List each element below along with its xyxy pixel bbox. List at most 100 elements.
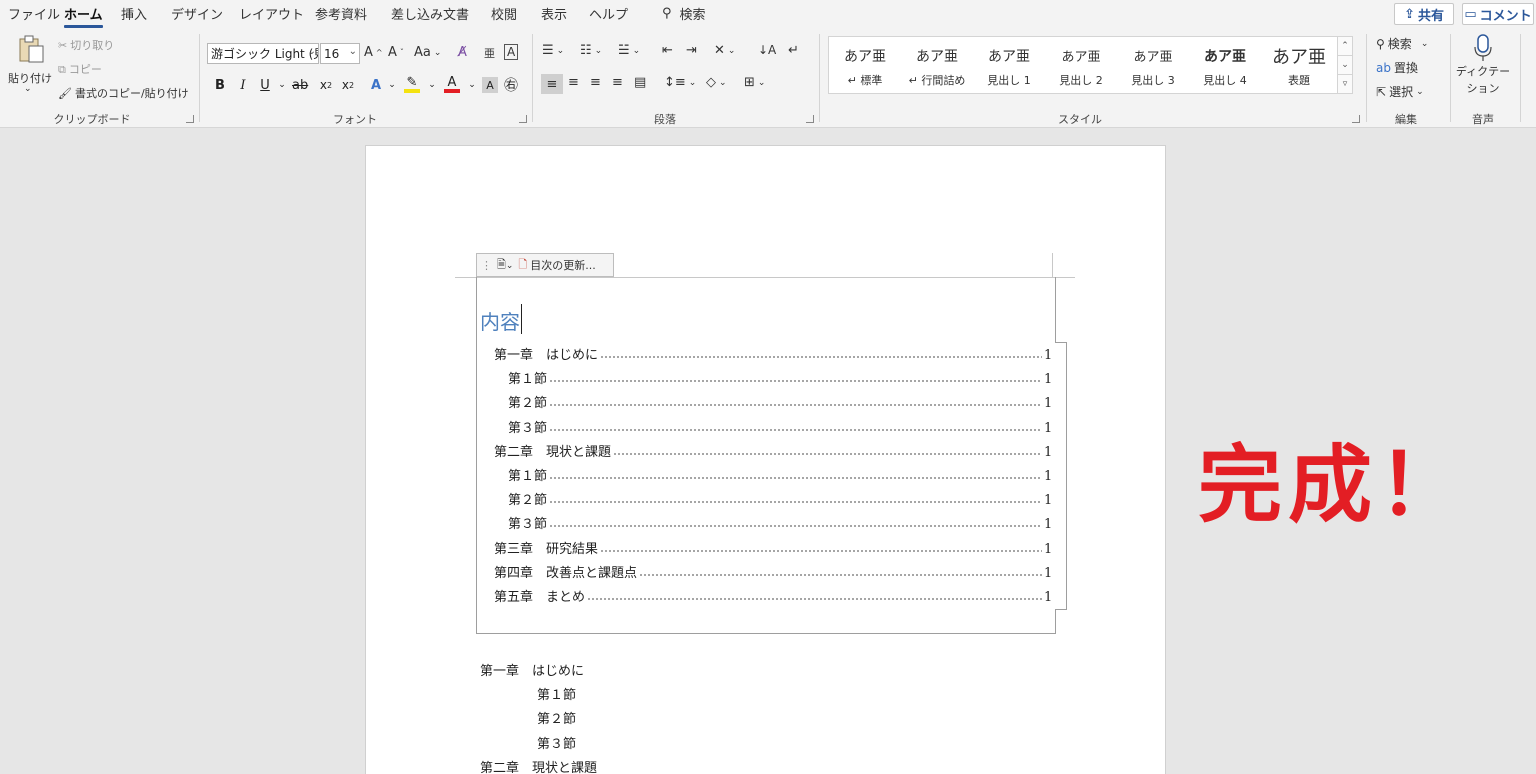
scroll-down-icon[interactable]: ⌄ xyxy=(1338,56,1352,75)
clipboard-launcher-icon[interactable] xyxy=(186,115,194,123)
toc-entry[interactable]: 第２節 1 xyxy=(508,488,1052,508)
toc-entry[interactable]: 第三章 研究結果 1 xyxy=(494,537,1052,557)
cut-button[interactable]: ✂ 切り取り xyxy=(58,37,114,53)
more-styles-icon[interactable]: ▿ xyxy=(1338,75,1352,94)
line-spacing-icon[interactable]: ↕≡ ⌄ xyxy=(664,75,696,90)
character-shading-icon[interactable]: A xyxy=(482,77,498,93)
comment-button[interactable]: ▭ コメント xyxy=(1462,3,1534,25)
tab-view[interactable]: 表示 xyxy=(541,4,567,23)
justify-button[interactable]: ≡ xyxy=(612,75,623,90)
styles-gallery-scroll[interactable]: ⌃ ⌄ ▿ xyxy=(1338,36,1353,94)
paste-dropdown-icon[interactable]: ⌄ xyxy=(24,84,32,94)
toc-dot-leader xyxy=(639,572,1042,577)
chevron-down-icon[interactable]: ⌄ xyxy=(464,75,480,95)
toc-entry[interactable]: 第二章 現状と課題 1 xyxy=(494,440,1052,460)
bullets-icon[interactable]: ☰ ⌄ xyxy=(542,43,564,58)
toc-entry[interactable]: 第３節 1 xyxy=(508,416,1052,436)
styles-launcher-icon[interactable] xyxy=(1352,115,1360,123)
copy-button[interactable]: ⧉ コピー xyxy=(58,61,102,77)
toc-entry[interactable]: 第３節 1 xyxy=(508,512,1052,532)
character-border-icon[interactable]: A xyxy=(504,44,519,60)
chevron-down-icon[interactable]: ⌄ xyxy=(424,75,440,95)
font-size-select[interactable]: 16 ⌄ xyxy=(320,43,360,64)
style-normal[interactable]: あア亜 ↵ 標準 xyxy=(829,37,901,93)
chevron-down-icon[interactable]: ⌄ xyxy=(384,75,400,95)
shrink-font-button[interactable]: Aˇ xyxy=(388,45,404,60)
strikethrough-button[interactable]: ab xyxy=(292,75,308,95)
tab-help[interactable]: ヘルプ xyxy=(589,4,628,23)
clear-formatting-icon[interactable]: A̸ xyxy=(458,45,467,60)
scroll-up-icon[interactable]: ⌃ xyxy=(1338,37,1352,56)
tab-home[interactable]: ホーム xyxy=(64,4,103,28)
style-heading-4[interactable]: あア亜 見出し 4 xyxy=(1189,37,1261,93)
align-right-button[interactable]: ≡ xyxy=(590,75,601,90)
body-chapter-heading[interactable]: 第一章 はじめに xyxy=(480,660,584,679)
toc-entry[interactable]: 第１節 1 xyxy=(508,464,1052,484)
paste-icon xyxy=(19,35,44,63)
underline-dropdown-icon[interactable]: ⌄ xyxy=(274,75,290,95)
decrease-indent-icon[interactable]: ⇤ xyxy=(662,43,673,58)
body-section-heading[interactable]: 第１節 xyxy=(537,684,576,703)
style-name: ↵ 標準 xyxy=(847,74,883,87)
bold-button[interactable]: B xyxy=(212,75,228,95)
sort-icon[interactable]: ↓A xyxy=(758,43,776,57)
body-chapter-heading[interactable]: 第二章 現状と課題 xyxy=(480,757,597,774)
format-painter-button[interactable]: 🖌 書式のコピー/貼り付け xyxy=(58,85,189,101)
search-box[interactable]: ⚲ 検索 xyxy=(662,4,706,23)
show-marks-icon[interactable]: ↵ xyxy=(788,43,799,58)
tab-file[interactable]: ファイル xyxy=(8,4,60,23)
replace-button[interactable]: ab 置換 xyxy=(1376,59,1418,76)
drag-handle-icon[interactable]: ⋮ xyxy=(481,259,492,272)
style-no-spacing[interactable]: あア亜 ↵ 行間詰め xyxy=(901,37,973,93)
tab-design[interactable]: デザイン xyxy=(171,4,223,23)
share-button[interactable]: ⇪ 共有 xyxy=(1394,3,1454,25)
toc-entry[interactable]: 第五章 まとめ 1 xyxy=(494,585,1052,605)
tab-review[interactable]: 校閲 xyxy=(491,4,517,23)
font-family-select[interactable]: 游ゴシック Light (見 ⌄ xyxy=(207,43,319,64)
toc-entry[interactable]: 第一章 はじめに 1 xyxy=(494,343,1052,363)
phonetic-guide-icon[interactable]: 亜 xyxy=(484,45,495,61)
tab-mailings[interactable]: 差し込み文書 xyxy=(391,4,469,23)
increase-indent-icon[interactable]: ⇥ xyxy=(686,43,697,58)
dictate-label-2: ション xyxy=(1466,82,1500,95)
body-section-heading[interactable]: 第３節 xyxy=(537,733,576,752)
highlight-icon[interactable]: ✎ xyxy=(404,75,420,93)
asian-layout-icon[interactable]: ✕ ⌄ xyxy=(714,43,735,58)
tab-references[interactable]: 参考資料 xyxy=(315,4,367,23)
font-launcher-icon[interactable] xyxy=(519,115,527,123)
style-title[interactable]: あア亜 表題 xyxy=(1261,37,1337,93)
toc-menu-icon[interactable]: 🗎⌄ xyxy=(497,256,513,275)
change-case-button[interactable]: Aa ⌄ xyxy=(414,45,441,60)
update-toc-button[interactable]: 🗋 目次の更新... xyxy=(518,256,595,275)
distributed-button[interactable]: ▤ xyxy=(634,75,646,90)
style-heading-2[interactable]: あア亜 見出し 2 xyxy=(1045,37,1117,93)
superscript-button[interactable]: x2 xyxy=(340,75,356,95)
toc-entry[interactable]: 第２節 1 xyxy=(508,391,1052,411)
align-left-button[interactable]: ≡ xyxy=(541,74,563,94)
italic-button[interactable]: I xyxy=(235,75,251,95)
tab-insert[interactable]: 挿入 xyxy=(121,4,147,23)
paste-button[interactable] xyxy=(14,34,48,64)
multilevel-list-icon[interactable]: ☱ ⌄ xyxy=(618,43,640,58)
align-center-button[interactable]: ≡ xyxy=(568,75,579,90)
font-color-icon[interactable]: A xyxy=(444,75,460,93)
style-heading-3[interactable]: あア亜 見出し 3 xyxy=(1117,37,1189,93)
find-button[interactable]: ⚲ 検索 ⌄ xyxy=(1376,35,1428,52)
toc-heading[interactable]: 内容 xyxy=(480,306,520,335)
borders-icon[interactable]: ⊞ ⌄ xyxy=(744,75,765,90)
enclose-character-icon[interactable]: ㊨ xyxy=(503,75,519,95)
paragraph-launcher-icon[interactable] xyxy=(806,115,814,123)
style-heading-1[interactable]: あア亜 見出し 1 xyxy=(973,37,1045,93)
toc-entry[interactable]: 第１節 1 xyxy=(508,367,1052,387)
body-section-heading[interactable]: 第２節 xyxy=(537,708,576,727)
toc-entry[interactable]: 第四章 改善点と課題点 1 xyxy=(494,561,1052,581)
shading-icon[interactable]: ◇ ⌄ xyxy=(706,75,727,90)
underline-button[interactable]: U xyxy=(257,75,273,95)
text-effects-icon[interactable]: A xyxy=(368,75,384,95)
select-button[interactable]: ⇱ 選択 ⌄ xyxy=(1376,83,1424,100)
numbering-icon[interactable]: ☷ ⌄ xyxy=(580,43,602,58)
subscript-button[interactable]: x2 xyxy=(318,75,334,95)
grow-font-button[interactable]: A ^ xyxy=(364,45,383,60)
tab-layout[interactable]: レイアウト xyxy=(239,4,304,23)
dictate-button[interactable]: ディクテー ション xyxy=(1456,34,1510,96)
